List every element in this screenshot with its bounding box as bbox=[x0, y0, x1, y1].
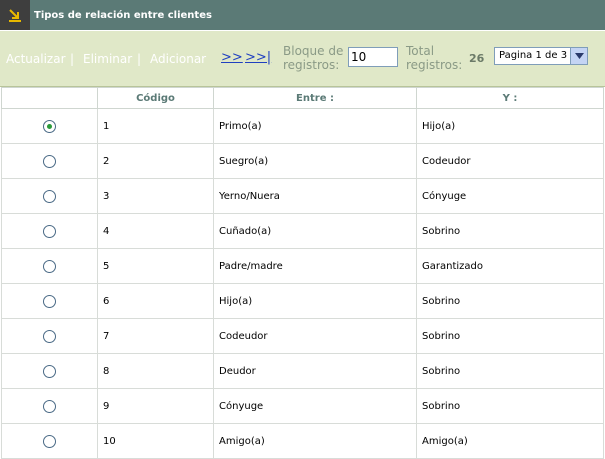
cell-between: Suegro(a) bbox=[213, 143, 417, 179]
last-page-link[interactable]: >>| bbox=[245, 50, 271, 65]
cell-code: 5 bbox=[97, 248, 214, 284]
table-row[interactable]: 8 Deudor Sobrino bbox=[1, 353, 604, 389]
row-select-cell[interactable] bbox=[1, 388, 98, 424]
row-select-cell[interactable] bbox=[1, 213, 98, 249]
toolbar-separator: | bbox=[70, 52, 75, 66]
table-header-row: Código Entre : Y : bbox=[1, 87, 604, 109]
table-row[interactable]: 7 Codeudor Sobrino bbox=[1, 318, 604, 354]
add-button[interactable]: Adicionar bbox=[150, 52, 206, 66]
cell-between: Yerno/Nuera bbox=[213, 178, 417, 214]
cell-and: Hijo(a) bbox=[416, 108, 604, 144]
row-select-radio[interactable] bbox=[43, 154, 56, 168]
next-page-link[interactable]: >> bbox=[221, 50, 243, 65]
cell-between: Deudor bbox=[213, 353, 417, 389]
table-row[interactable]: 4 Cuñado(a) Sobrino bbox=[1, 213, 604, 249]
table-row[interactable]: 1 Primo(a) Hijo(a) bbox=[1, 108, 604, 144]
chevron-down-icon[interactable] bbox=[570, 48, 587, 64]
cell-code: 8 bbox=[97, 353, 214, 389]
header-code: Código bbox=[97, 87, 214, 109]
cell-and: Amigo(a) bbox=[416, 423, 604, 459]
toolbar-separator: | bbox=[137, 52, 142, 66]
row-select-cell[interactable] bbox=[1, 108, 98, 144]
cell-between: Cuñado(a) bbox=[213, 213, 417, 249]
row-select-radio[interactable] bbox=[43, 434, 56, 448]
delete-button[interactable]: Eliminar bbox=[83, 52, 132, 66]
cell-code: 9 bbox=[97, 388, 214, 424]
refresh-button[interactable]: Actualizar bbox=[6, 52, 66, 66]
row-select-cell[interactable] bbox=[1, 423, 98, 459]
row-select-cell[interactable] bbox=[1, 143, 98, 179]
block-size-label: Bloque de registros: bbox=[283, 44, 343, 72]
cell-and: Sobrino bbox=[416, 353, 604, 389]
block-size-input[interactable] bbox=[348, 47, 398, 67]
toolbar: Actualizar | Eliminar | Adicionar >> >>|… bbox=[0, 31, 605, 87]
total-records-label-line2: registros: bbox=[406, 58, 463, 72]
total-records-value: 26 bbox=[469, 52, 485, 65]
cell-code: 4 bbox=[97, 213, 214, 249]
table-row[interactable]: 2 Suegro(a) Codeudor bbox=[1, 143, 604, 179]
cell-code: 3 bbox=[97, 178, 214, 214]
header-and: Y : bbox=[416, 87, 604, 109]
window-title: Tipos de relación entre clientes bbox=[34, 9, 212, 21]
table-row[interactable]: 3 Yerno/Nuera Cónyuge bbox=[1, 178, 604, 214]
cell-between: Primo(a) bbox=[213, 108, 417, 144]
cell-between: Codeudor bbox=[213, 318, 417, 354]
cell-and: Sobrino bbox=[416, 283, 604, 319]
table-row[interactable]: 6 Hijo(a) Sobrino bbox=[1, 283, 604, 319]
cell-and: Codeudor bbox=[416, 143, 604, 179]
table-row[interactable]: 10 Amigo(a) Amigo(a) bbox=[1, 423, 604, 459]
cell-between: Cónyuge bbox=[213, 388, 417, 424]
row-select-radio[interactable] bbox=[43, 329, 56, 343]
row-select-radio[interactable] bbox=[43, 259, 56, 273]
title-bar: Tipos de relación entre clientes bbox=[0, 0, 605, 30]
page-select[interactable]: Pagina 1 de 3 bbox=[494, 47, 588, 65]
relations-table: Código Entre : Y : 1 Primo(a) Hijo(a) 2 Sueg… bbox=[1, 87, 604, 459]
row-select-radio[interactable] bbox=[43, 399, 56, 413]
cell-and: Sobrino bbox=[416, 318, 604, 354]
cell-code: 2 bbox=[97, 143, 214, 179]
cell-between: Hijo(a) bbox=[213, 283, 417, 319]
cell-and: Cónyuge bbox=[416, 178, 604, 214]
block-size-label-line2: registros: bbox=[283, 58, 340, 72]
row-select-cell[interactable] bbox=[1, 283, 98, 319]
header-between: Entre : bbox=[213, 87, 417, 109]
page-select-value: Pagina 1 de 3 bbox=[499, 50, 568, 61]
cell-code: 1 bbox=[97, 108, 214, 144]
row-select-cell[interactable] bbox=[1, 318, 98, 354]
cell-between: Amigo(a) bbox=[213, 423, 417, 459]
header-select bbox=[1, 87, 98, 109]
cell-between: Padre/madre bbox=[213, 248, 417, 284]
cell-code: 6 bbox=[97, 283, 214, 319]
row-select-radio[interactable] bbox=[43, 364, 56, 378]
row-select-radio[interactable] bbox=[43, 224, 56, 238]
table-row[interactable]: 5 Padre/madre Garantizado bbox=[1, 248, 604, 284]
row-select-radio[interactable] bbox=[43, 294, 56, 308]
cell-and: Sobrino bbox=[416, 213, 604, 249]
cell-and: Garantizado bbox=[416, 248, 604, 284]
total-records-label: Total registros: bbox=[406, 44, 462, 72]
window-arrow-icon bbox=[0, 0, 30, 30]
cell-code: 7 bbox=[97, 318, 214, 354]
total-records-label-line1: Total bbox=[406, 44, 435, 58]
table-row[interactable]: 9 Cónyuge Sobrino bbox=[1, 388, 604, 424]
row-select-radio[interactable] bbox=[43, 119, 56, 133]
row-select-cell[interactable] bbox=[1, 248, 98, 284]
row-select-cell[interactable] bbox=[1, 353, 98, 389]
cell-code: 10 bbox=[97, 423, 214, 459]
row-select-radio[interactable] bbox=[43, 189, 56, 203]
cell-and: Sobrino bbox=[416, 388, 604, 424]
block-size-label-line1: Bloque de bbox=[283, 44, 344, 58]
row-select-cell[interactable] bbox=[1, 178, 98, 214]
